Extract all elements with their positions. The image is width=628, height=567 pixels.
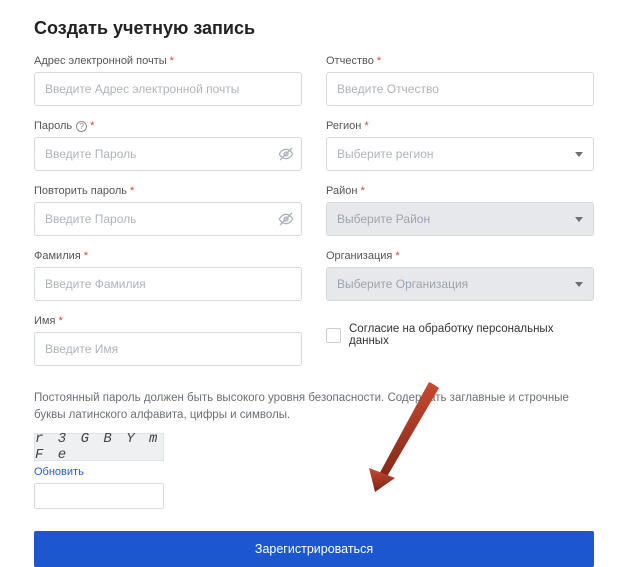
password-input[interactable] bbox=[34, 137, 302, 171]
required-asterisk: * bbox=[360, 185, 364, 197]
district-label-text: Район bbox=[326, 185, 357, 197]
region-select-value: Выберите регион bbox=[337, 147, 434, 161]
district-select[interactable]: Выберите Район bbox=[326, 202, 594, 236]
consent-checkbox[interactable] bbox=[326, 328, 341, 343]
lastname-label: Фамилия * bbox=[34, 250, 302, 262]
page-title: Создать учетную запись bbox=[34, 18, 594, 39]
password2-label-text: Повторить пароль bbox=[34, 185, 127, 197]
firstname-field-group: Имя * bbox=[34, 315, 302, 366]
lastname-field-group: Фамилия * bbox=[34, 250, 302, 301]
eye-icon[interactable] bbox=[278, 211, 294, 227]
district-select-value: Выберите Район bbox=[337, 212, 430, 226]
email-label-text: Адрес электронной почты bbox=[34, 55, 167, 67]
region-label-text: Регион bbox=[326, 120, 361, 132]
firstname-input[interactable] bbox=[34, 332, 302, 366]
captcha-image: r 3 G B Y m F e bbox=[34, 433, 164, 461]
region-label: Регион * bbox=[326, 120, 594, 132]
email-input[interactable] bbox=[34, 72, 302, 106]
password2-label: Повторить пароль * bbox=[34, 185, 302, 197]
password-hint: Постоянный пароль должен быть высокого у… bbox=[34, 390, 594, 423]
region-select[interactable]: Выберите регион bbox=[326, 137, 594, 171]
org-select-value: Выберите Организация bbox=[337, 277, 468, 291]
required-asterisk: * bbox=[90, 120, 94, 132]
district-field-group: Район * Выберите Район bbox=[326, 185, 594, 236]
required-asterisk: * bbox=[377, 55, 381, 67]
required-asterisk: * bbox=[395, 250, 399, 262]
lastname-input[interactable] bbox=[34, 267, 302, 301]
registration-form: Адрес электронной почты * Отчество * Пар… bbox=[34, 55, 594, 366]
org-field-group: Организация * Выберите Организация bbox=[326, 250, 594, 301]
captcha-input[interactable] bbox=[34, 483, 164, 509]
email-label: Адрес электронной почты * bbox=[34, 55, 302, 67]
password2-input[interactable] bbox=[34, 202, 302, 236]
region-field-group: Регион * Выберите регион bbox=[326, 120, 594, 171]
firstname-label-text: Имя bbox=[34, 315, 55, 327]
info-icon: ? bbox=[76, 121, 87, 132]
password-label-text: Пароль bbox=[34, 120, 72, 132]
captcha-block: r 3 G B Y m F e Обновить bbox=[34, 433, 594, 509]
required-asterisk: * bbox=[84, 250, 88, 262]
password2-field-group: Повторить пароль * bbox=[34, 185, 302, 236]
patronymic-input[interactable] bbox=[326, 72, 594, 106]
firstname-label: Имя * bbox=[34, 315, 302, 327]
email-field-group: Адрес электронной почты * bbox=[34, 55, 302, 106]
password-field-group: Пароль ? * bbox=[34, 120, 302, 171]
chevron-down-icon bbox=[575, 282, 583, 287]
chevron-down-icon bbox=[575, 152, 583, 157]
consent-label: Согласие на обработку персональных данны… bbox=[349, 323, 594, 347]
required-asterisk: * bbox=[364, 120, 368, 132]
consent-field-group: Согласие на обработку персональных данны… bbox=[326, 315, 594, 366]
org-select[interactable]: Выберите Организация bbox=[326, 267, 594, 301]
captcha-refresh-link[interactable]: Обновить bbox=[34, 466, 84, 478]
required-asterisk: * bbox=[58, 315, 62, 327]
password-label: Пароль ? * bbox=[34, 120, 302, 132]
eye-icon[interactable] bbox=[278, 146, 294, 162]
chevron-down-icon bbox=[575, 217, 583, 222]
lastname-label-text: Фамилия bbox=[34, 250, 81, 262]
patronymic-label-text: Отчество bbox=[326, 55, 374, 67]
org-label: Организация * bbox=[326, 250, 594, 262]
patronymic-label: Отчество * bbox=[326, 55, 594, 67]
required-asterisk: * bbox=[170, 55, 174, 67]
required-asterisk: * bbox=[130, 185, 134, 197]
submit-button[interactable]: Зарегистрироваться bbox=[34, 531, 594, 567]
district-label: Район * bbox=[326, 185, 594, 197]
org-label-text: Организация bbox=[326, 250, 392, 262]
patronymic-field-group: Отчество * bbox=[326, 55, 594, 106]
